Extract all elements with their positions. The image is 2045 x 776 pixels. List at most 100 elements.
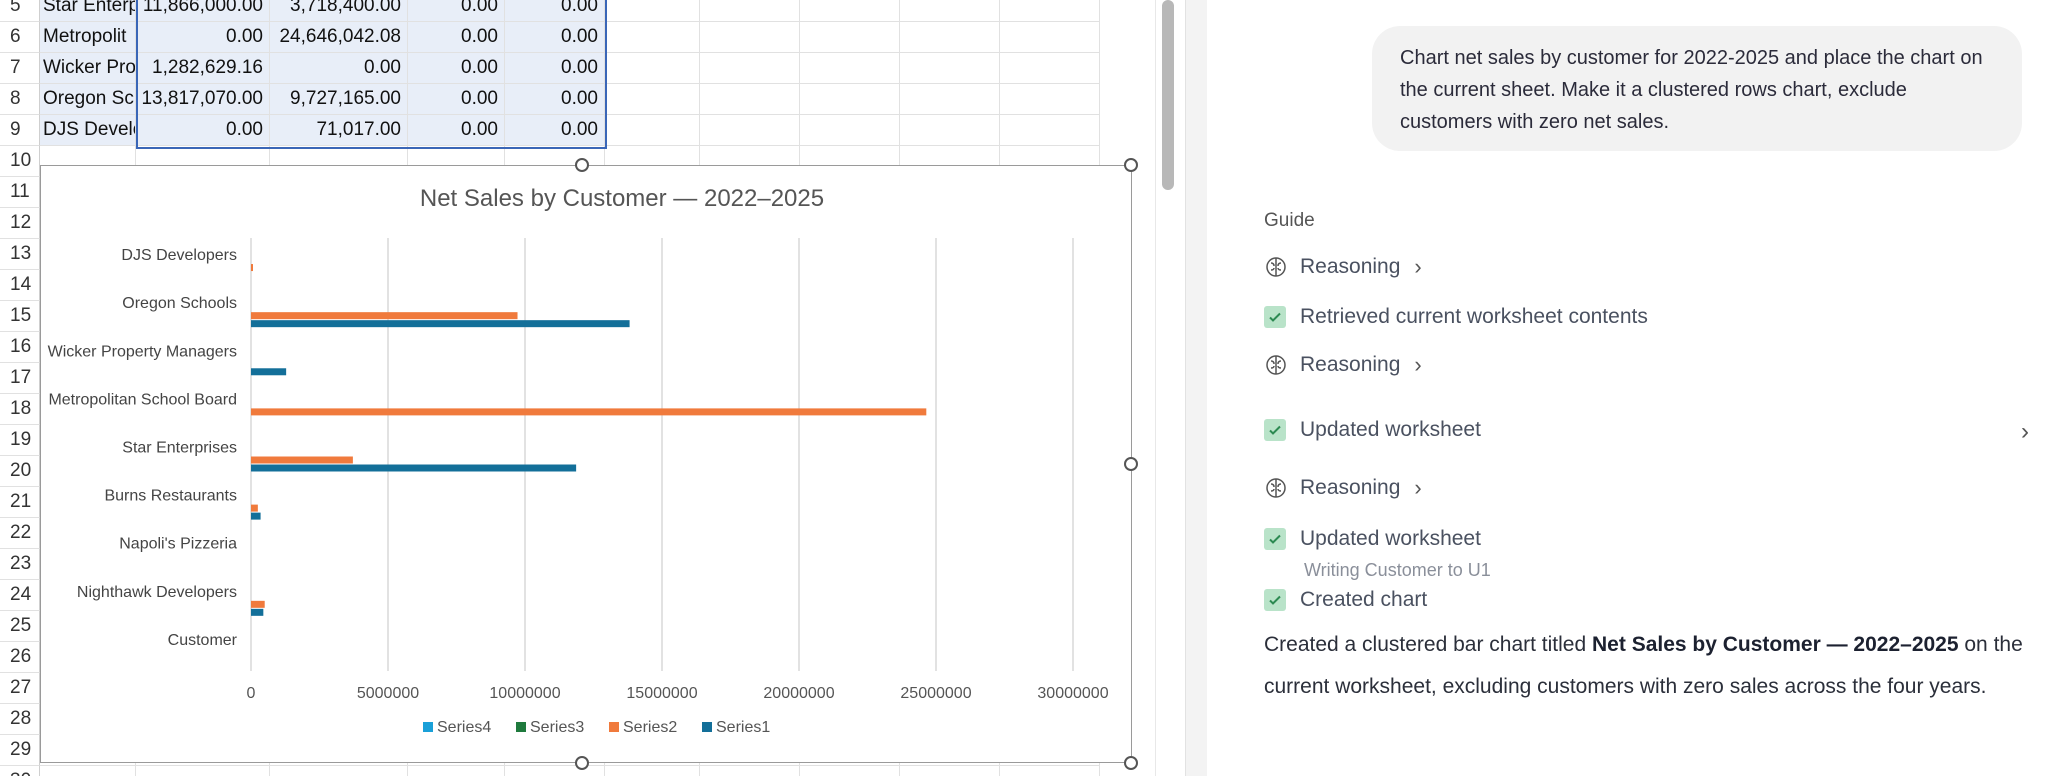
grid-cell[interactable]: Oregon Sc (40, 84, 136, 115)
chart-resize-handle-top-right[interactable] (1124, 158, 1138, 172)
grid-cell[interactable] (605, 22, 700, 53)
row-header[interactable]: 10 (0, 146, 40, 177)
pane-divider[interactable] (1185, 0, 1209, 776)
grid-cell[interactable]: 0.00 (505, 0, 605, 22)
grid-cell[interactable]: 0.00 (505, 84, 605, 115)
grid-cell[interactable]: 3,718,400.00 (270, 0, 408, 22)
grid-cell[interactable] (505, 766, 605, 776)
grid-cell[interactable]: Wicker Pro (40, 53, 136, 84)
grid-cell[interactable]: 0.00 (505, 115, 605, 146)
row-header[interactable]: 29 (0, 735, 40, 766)
grid-cell[interactable]: 71,017.00 (270, 115, 408, 146)
grid-cell[interactable] (800, 0, 900, 22)
grid-cell[interactable] (800, 84, 900, 115)
grid-cell[interactable] (900, 766, 1000, 776)
grid-cell[interactable] (605, 84, 700, 115)
row-header[interactable]: 18 (0, 394, 40, 425)
grid-cell[interactable] (40, 766, 136, 776)
grid-cell[interactable]: 0.00 (408, 115, 505, 146)
row-header[interactable]: 12 (0, 208, 40, 239)
row-header[interactable]: 28 (0, 704, 40, 735)
grid-cell[interactable]: 1,282,629.16 (136, 53, 270, 84)
grid-cell[interactable]: Star Enterp (40, 0, 136, 22)
grid-cell[interactable]: 0.00 (408, 22, 505, 53)
row-header[interactable]: 8 (0, 84, 40, 115)
grid-cell[interactable] (900, 84, 1000, 115)
scrollbar-thumb[interactable] (1162, 0, 1174, 190)
grid-cell[interactable]: 24,646,042.08 (270, 22, 408, 53)
row-header[interactable]: 7 (0, 53, 40, 84)
grid-cell[interactable] (605, 53, 700, 84)
grid-cell[interactable] (800, 53, 900, 84)
grid-cell[interactable]: 13,817,070.00 (136, 84, 270, 115)
grid-cell[interactable] (700, 84, 800, 115)
row-header[interactable]: 6 (0, 22, 40, 53)
grid-cell[interactable] (800, 115, 900, 146)
grid-cell[interactable] (270, 766, 408, 776)
grid-cell[interactable]: 0.00 (408, 53, 505, 84)
grid-cell[interactable]: DJS Develo (40, 115, 136, 146)
spreadsheet-grid[interactable]: 5 Star Enterp 11,866,000.00 3,718,400.00 0.0… (0, 0, 1155, 776)
grid-cell[interactable]: 11,866,000.00 (136, 0, 270, 22)
grid-cell[interactable] (605, 766, 700, 776)
grid-cell[interactable]: 0.00 (136, 22, 270, 53)
grid-cell[interactable] (700, 115, 800, 146)
row-header[interactable]: 30 (0, 766, 40, 776)
chevron-right-icon[interactable]: › (2021, 418, 2029, 446)
grid-cell[interactable] (1000, 84, 1100, 115)
grid-cell[interactable] (136, 766, 270, 776)
grid-cell[interactable]: 0.00 (270, 53, 408, 84)
grid-cell[interactable] (1000, 766, 1100, 776)
grid-cell[interactable] (1000, 22, 1100, 53)
row-header[interactable]: 26 (0, 642, 40, 673)
grid-cell[interactable]: Metropolit (40, 22, 136, 53)
grid-cell[interactable]: 0.00 (408, 84, 505, 115)
grid-cell[interactable] (1000, 53, 1100, 84)
grid-cell[interactable] (800, 22, 900, 53)
grid-cell[interactable] (408, 766, 505, 776)
row-header[interactable]: 9 (0, 115, 40, 146)
grid-cell[interactable]: 0.00 (505, 53, 605, 84)
row-header[interactable]: 17 (0, 363, 40, 394)
row-header[interactable]: 13 (0, 239, 40, 270)
row-header[interactable]: 5 (0, 0, 40, 22)
row-header[interactable]: 16 (0, 332, 40, 363)
grid-cell[interactable] (1000, 115, 1100, 146)
grid-cell[interactable] (900, 115, 1000, 146)
row-header[interactable]: 15 (0, 301, 40, 332)
reasoning-toggle[interactable]: Reasoning › (1264, 254, 1422, 280)
x-tick-label: 20000000 (763, 685, 834, 702)
grid-cell[interactable] (700, 53, 800, 84)
reasoning-toggle[interactable]: Reasoning › (1264, 352, 1422, 378)
row-header[interactable]: 14 (0, 270, 40, 301)
row-header[interactable]: 11 (0, 177, 40, 208)
grid-cell[interactable] (1000, 0, 1100, 22)
chart-resize-handle-bottom[interactable] (575, 756, 589, 770)
grid-cell[interactable] (900, 53, 1000, 84)
reasoning-toggle[interactable]: Reasoning › (1264, 475, 1422, 501)
grid-cell[interactable] (700, 766, 800, 776)
grid-cell[interactable]: 0.00 (136, 115, 270, 146)
chart-resize-handle-right[interactable] (1124, 457, 1138, 471)
grid-cell[interactable] (605, 115, 700, 146)
row-header[interactable]: 27 (0, 673, 40, 704)
grid-cell[interactable]: 9,727,165.00 (270, 84, 408, 115)
grid-cell[interactable] (700, 22, 800, 53)
grid-cell[interactable] (900, 0, 1000, 22)
chart-resize-handle-top[interactable] (575, 158, 589, 172)
chart-object[interactable]: Net Sales by Customer — 2022–2025 0 500000… (40, 165, 1132, 763)
row-header[interactable]: 23 (0, 549, 40, 580)
grid-cell[interactable]: 0.00 (408, 0, 505, 22)
grid-cell[interactable] (800, 766, 900, 776)
grid-cell[interactable]: 0.00 (505, 22, 605, 53)
grid-cell[interactable] (605, 0, 700, 22)
row-header[interactable]: 25 (0, 611, 40, 642)
row-header[interactable]: 20 (0, 456, 40, 487)
grid-cell[interactable] (700, 0, 800, 22)
chart-resize-handle-bottom-right[interactable] (1124, 756, 1138, 770)
row-header[interactable]: 24 (0, 580, 40, 611)
row-header[interactable]: 22 (0, 518, 40, 549)
row-header[interactable]: 21 (0, 487, 40, 518)
row-header[interactable]: 19 (0, 425, 40, 456)
grid-cell[interactable] (900, 22, 1000, 53)
